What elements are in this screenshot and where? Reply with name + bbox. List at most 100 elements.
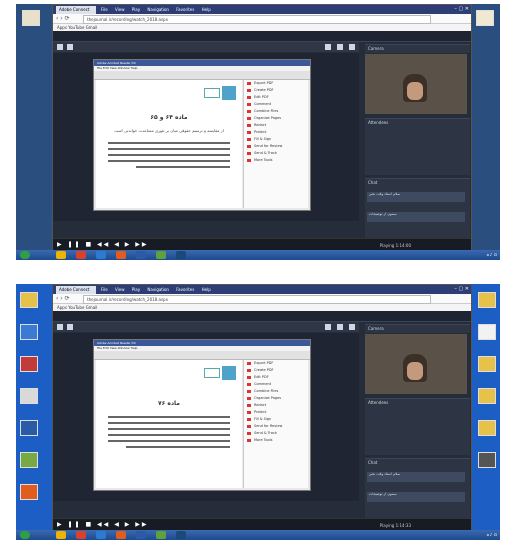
tool-send-review[interactable]: Send for Review	[244, 423, 308, 430]
nav-arrows-icon[interactable]: ‹ › ⟳	[56, 294, 70, 303]
menu-file[interactable]: File	[101, 287, 108, 292]
desktop-icon[interactable]	[18, 484, 40, 508]
word-icon[interactable]	[136, 531, 146, 539]
app-icon[interactable]	[176, 531, 186, 539]
system-tray[interactable]: ◂ ♪ ⊡	[487, 531, 497, 539]
tool-organize[interactable]: Organize Pages	[244, 395, 308, 402]
pdf-tools-pane: Export PDF Create PDF Edit PDF Comment C…	[243, 360, 308, 488]
window-controls[interactable]: – ▢ ✕	[454, 6, 469, 12]
word-icon[interactable]	[136, 251, 146, 259]
start-button-icon[interactable]	[20, 251, 30, 259]
presenter-face	[407, 82, 423, 100]
tool-redact[interactable]: Redact	[244, 402, 308, 409]
menu-navigation[interactable]: Navigation	[147, 7, 169, 12]
url-input[interactable]: thejournal.ir/recording/watch_2018.aspx	[83, 295, 431, 304]
desktop-icon[interactable]	[476, 388, 498, 412]
explorer-icon[interactable]	[56, 531, 66, 539]
tool-comment[interactable]: Comment	[244, 381, 308, 388]
window-controls[interactable]: – ▢ ✕	[454, 286, 469, 292]
desktop-icon[interactable]	[476, 452, 498, 476]
tool-more[interactable]: More Tools	[244, 157, 308, 164]
tool-redact[interactable]: Redact	[244, 122, 308, 129]
desktop-icon[interactable]	[476, 324, 498, 348]
tool-create-pdf[interactable]: Create PDF	[244, 367, 308, 374]
tool-send-track[interactable]: Send & Track	[244, 430, 308, 437]
tool-more[interactable]: More Tools	[244, 437, 308, 444]
tool-send-review[interactable]: Send for Review	[244, 143, 308, 150]
share-icon[interactable]	[57, 324, 63, 330]
menu-play[interactable]: Play	[132, 7, 140, 12]
pdf-toolbar[interactable]	[94, 351, 310, 360]
browser-window: Adobe Connect File View Play Navigation …	[52, 4, 472, 254]
attendees-pod: Attendees	[365, 118, 470, 175]
chrome-icon[interactable]	[76, 251, 86, 259]
tool-combine[interactable]: Combine Files	[244, 108, 308, 115]
logo-text-icon	[204, 88, 220, 98]
menu-view[interactable]: View	[115, 287, 125, 292]
desktop-icon[interactable]	[18, 356, 40, 380]
desktop-icon[interactable]	[18, 388, 40, 412]
tool-export-pdf[interactable]: Export PDF	[244, 80, 308, 87]
menu-file[interactable]: File	[101, 7, 108, 12]
tool-create-pdf[interactable]: Create PDF	[244, 87, 308, 94]
menu-icon[interactable]	[337, 324, 343, 330]
desktop-icon[interactable]	[18, 420, 40, 444]
app-icon[interactable]	[176, 251, 186, 259]
desktop-icon[interactable]	[18, 452, 40, 476]
chrome-icon[interactable]	[76, 531, 86, 539]
tool-combine[interactable]: Combine Files	[244, 388, 308, 395]
desktop-icon[interactable]	[476, 420, 498, 444]
menu-icon[interactable]	[337, 44, 343, 50]
fullscreen-icon[interactable]	[325, 324, 331, 330]
options-icon[interactable]	[349, 44, 355, 50]
app-icon[interactable]	[156, 251, 166, 259]
menu-navigation[interactable]: Navigation	[147, 287, 169, 292]
app-icon[interactable]	[116, 531, 126, 539]
nav-arrows-icon[interactable]: ‹ › ⟳	[56, 14, 70, 23]
presenter-face	[407, 362, 423, 380]
browser-tab[interactable]: Adobe Connect	[56, 6, 96, 14]
tool-protect[interactable]: Protect	[244, 129, 308, 136]
tool-organize[interactable]: Organize Pages	[244, 115, 308, 122]
layout-icon[interactable]	[67, 324, 73, 330]
menu-favorites[interactable]: Favorites	[176, 7, 194, 12]
pdf-toolbar[interactable]	[94, 71, 310, 80]
desktop-icon[interactable]	[474, 10, 496, 34]
start-button-icon[interactable]	[20, 531, 30, 539]
menu-view[interactable]: View	[115, 7, 125, 12]
share-icon[interactable]	[57, 44, 63, 50]
ie-icon[interactable]	[96, 251, 106, 259]
url-input[interactable]: thejournal.ir/recording/watch_2018.aspx	[83, 15, 431, 24]
desktop-icon[interactable]	[476, 292, 498, 316]
browser-tab[interactable]: Adobe Connect	[56, 286, 96, 294]
playback-controls[interactable]: ▶ ❚❚ ■ ◀◀ ◀ ▶ ▶▶	[57, 241, 148, 248]
tool-protect[interactable]: Protect	[244, 409, 308, 416]
desktop-icon[interactable]	[18, 324, 40, 348]
tool-fill-sign[interactable]: Fill & Sign	[244, 416, 308, 423]
tool-fill-sign[interactable]: Fill & Sign	[244, 136, 308, 143]
desktop-icon[interactable]	[18, 292, 40, 316]
playback-controls[interactable]: ▶ ❚❚ ■ ◀◀ ◀ ▶ ▶▶	[57, 521, 148, 528]
explorer-icon[interactable]	[56, 251, 66, 259]
tool-edit-pdf[interactable]: Edit PDF	[244, 374, 308, 381]
fullscreen-icon[interactable]	[325, 44, 331, 50]
app-icon[interactable]	[116, 251, 126, 259]
menu-favorites[interactable]: Favorites	[176, 287, 194, 292]
tool-comment[interactable]: Comment	[244, 101, 308, 108]
app-icon[interactable]	[156, 531, 166, 539]
tool-send-track[interactable]: Send & Track	[244, 150, 308, 157]
desktop-icon[interactable]	[20, 10, 42, 34]
text-line	[108, 142, 230, 144]
menu-help[interactable]: Help	[202, 287, 211, 292]
camera-pod-title: Camera	[365, 44, 470, 53]
tool-export-pdf[interactable]: Export PDF	[244, 360, 308, 367]
ie-icon[interactable]	[96, 531, 106, 539]
menu-play[interactable]: Play	[132, 287, 140, 292]
layout-icon[interactable]	[67, 44, 73, 50]
desktop-icon[interactable]	[476, 356, 498, 380]
pdf-page: ماده ۷۶	[96, 360, 242, 488]
menu-help[interactable]: Help	[202, 7, 211, 12]
options-icon[interactable]	[349, 324, 355, 330]
tool-edit-pdf[interactable]: Edit PDF	[244, 94, 308, 101]
system-tray[interactable]: ◂ ♪ ⊡	[487, 251, 497, 259]
